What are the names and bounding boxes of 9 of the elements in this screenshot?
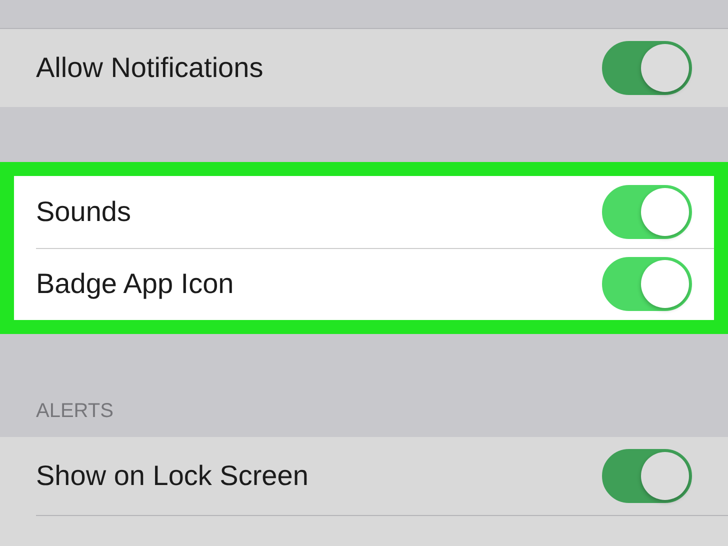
- setting-label: Allow Notifications: [36, 52, 264, 84]
- setting-label: Show on Lock Screen: [36, 460, 308, 492]
- toggle-switch[interactable]: [602, 41, 692, 95]
- setting-label: Sounds: [36, 196, 131, 228]
- toggle-switch[interactable]: [602, 449, 692, 503]
- section-header: ALERTS: [36, 400, 114, 423]
- setting-label: Badge App Icon: [36, 268, 234, 300]
- toggle-switch[interactable]: [602, 257, 692, 311]
- toggle-switch[interactable]: [602, 185, 692, 239]
